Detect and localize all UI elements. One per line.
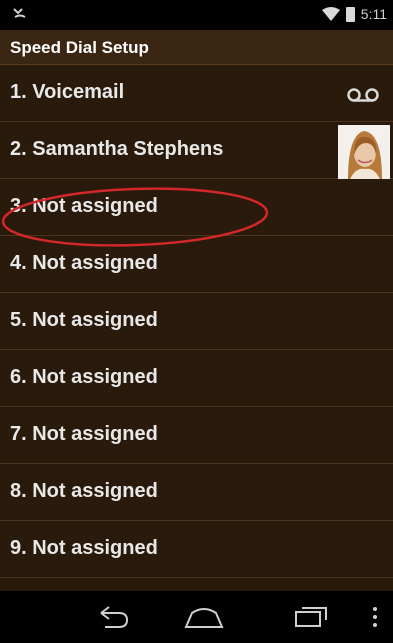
home-icon[interactable] [182, 605, 226, 629]
phone-screen: 5:11 Speed Dial Setup 1. Voicemail 2. Sa… [0, 0, 393, 643]
wifi-icon [321, 7, 340, 21]
status-bar: 5:11 [0, 0, 393, 30]
overflow-menu-icon[interactable] [370, 605, 380, 629]
speed-dial-label: 8. Not assigned [10, 480, 158, 502]
speed-dial-item-5[interactable]: 5. Not assigned [0, 293, 393, 350]
battery-icon [345, 6, 355, 22]
status-icons: 5:11 [321, 6, 387, 22]
speed-dial-label: 7. Not assigned [10, 423, 158, 445]
speed-dial-item-7[interactable]: 7. Not assigned [0, 407, 393, 464]
speed-dial-label: 6. Not assigned [10, 366, 158, 388]
status-time: 5:11 [360, 6, 387, 22]
speed-dial-item-1[interactable]: 1. Voicemail [0, 65, 393, 122]
speed-dial-item-6[interactable]: 6. Not assigned [0, 350, 393, 407]
speed-dial-label: 2. Samantha Stephens [10, 138, 224, 160]
contact-photo[interactable] [338, 125, 390, 179]
action-bar: Speed Dial Setup [0, 30, 393, 65]
speed-dial-label: 5. Not assigned [10, 309, 158, 331]
speed-dial-item-8[interactable]: 8. Not assigned [0, 464, 393, 521]
navigation-bar [0, 591, 393, 643]
speed-dial-list: 1. Voicemail 2. Samantha Stephens 3. Not… [0, 65, 393, 578]
speed-dial-label: 4. Not assigned [10, 252, 158, 274]
page-title: Speed Dial Setup [10, 38, 149, 57]
speed-dial-label: 1. Voicemail [10, 81, 125, 103]
speed-dial-item-9[interactable]: 9. Not assigned [0, 521, 393, 578]
missed-call-icon [12, 5, 28, 26]
speed-dial-item-2[interactable]: 2. Samantha Stephens [0, 122, 393, 179]
back-icon[interactable] [95, 605, 131, 629]
speed-dial-label: 9. Not assigned [10, 537, 158, 559]
highlight-ellipse [1, 187, 269, 247]
recent-apps-icon[interactable] [292, 605, 332, 629]
voicemail-icon [347, 88, 379, 102]
